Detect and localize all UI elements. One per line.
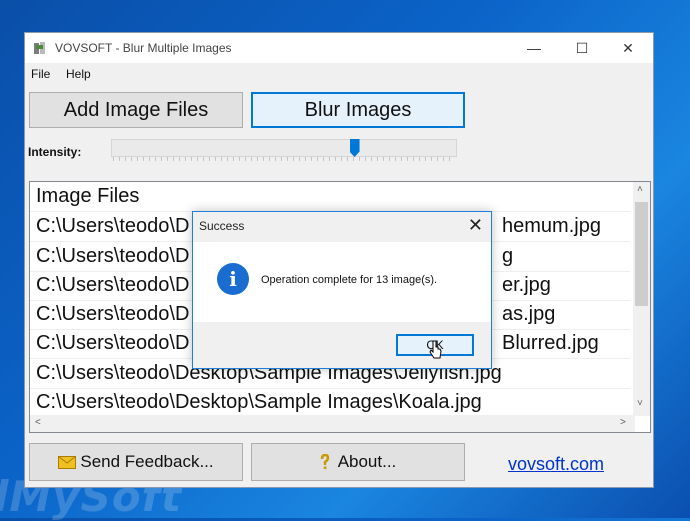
list-item[interactable]: C:\Users\teodo\D [36, 212, 189, 241]
scroll-right-icon[interactable]: > [620, 417, 626, 428]
minimize-button[interactable]: — [511, 33, 557, 63]
slider-ticks [113, 157, 455, 161]
window-title: VOVSOFT - Blur Multiple Images [55, 41, 232, 55]
dialog-title: Success [199, 219, 245, 233]
envelope-icon [58, 455, 77, 469]
list-item-tail: hemum.jpg [502, 215, 601, 237]
list-item-tail: Blurred.jpg [502, 332, 599, 354]
menu-help[interactable]: Help [66, 67, 91, 81]
maximize-button[interactable]: ☐ [559, 33, 605, 63]
vovsoft-link[interactable]: vovsoft.com [508, 454, 604, 475]
list-item-tail: g [502, 245, 514, 267]
about-button[interactable]: About... [251, 443, 465, 481]
intensity-label: Intensity: [28, 145, 82, 159]
success-dialog: Success ✕ i Operation complete for 13 im… [192, 211, 492, 369]
list-item[interactable]: C:\Users\teodo\D [36, 271, 189, 300]
app-icon [34, 42, 45, 54]
list-header: Image Files [36, 185, 140, 207]
dialog-body: i Operation complete for 13 image(s). [193, 242, 491, 322]
list-item-tail: as.jpg [502, 303, 556, 325]
list-item[interactable]: C:\Users\teodo\D [36, 329, 189, 358]
question-icon [320, 454, 329, 470]
vertical-scrollbar[interactable]: ˄ ˅ [633, 182, 650, 416]
horizontal-scrollbar[interactable]: < > [30, 415, 635, 432]
about-label: About... [337, 452, 397, 471]
send-feedback-label: Send Feedback... [80, 452, 214, 471]
list-item[interactable]: C:\Users\teodo\D [36, 300, 189, 329]
scroll-down-icon[interactable]: ˅ [637, 398, 643, 409]
dialog-close-icon[interactable]: ✕ [468, 215, 483, 236]
dialog-message: Operation complete for 13 image(s). [261, 274, 438, 286]
scroll-left-icon[interactable]: < [35, 417, 41, 428]
scroll-up-icon[interactable]: ˄ [637, 184, 643, 195]
blur-images-button[interactable]: Blur Images [251, 92, 465, 128]
list-item[interactable]: C:\Users\teodo\Desktop\Sample Images\Koa… [36, 388, 482, 417]
list-item[interactable]: C:\Users\teodo\D [36, 242, 189, 271]
title-bar[interactable]: VOVSOFT - Blur Multiple Images — ☐ ✕ [25, 33, 653, 63]
info-icon: i [217, 263, 249, 295]
send-feedback-button[interactable]: Send Feedback... [29, 443, 243, 481]
menu-bar: File Help [25, 67, 653, 87]
intensity-slider[interactable] [111, 139, 457, 157]
add-image-files-button[interactable]: Add Image Files [29, 92, 243, 128]
pointer-cursor-icon [429, 340, 442, 359]
close-button[interactable]: ✕ [605, 33, 651, 63]
list-item-tail: er.jpg [502, 274, 551, 296]
menu-file[interactable]: File [31, 67, 50, 81]
vertical-scroll-thumb[interactable] [635, 202, 648, 306]
